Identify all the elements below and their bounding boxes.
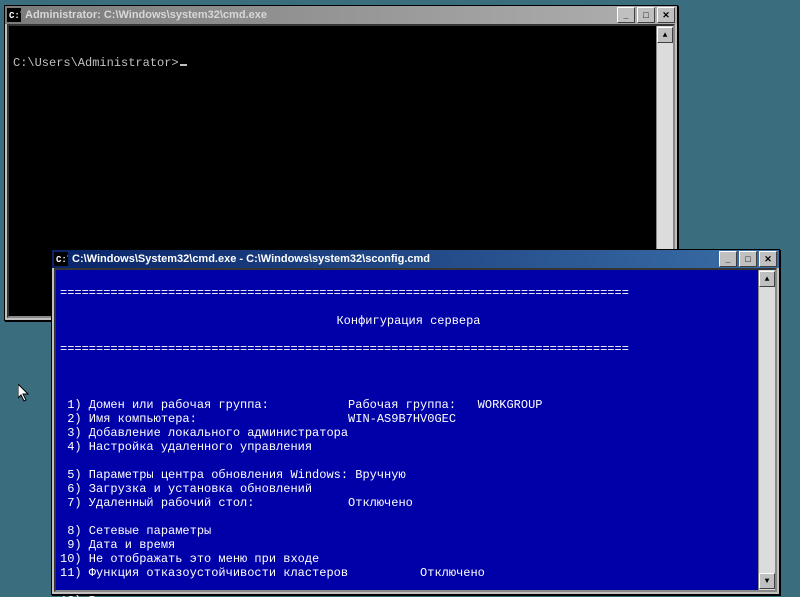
titlebar-admin[interactable]: C:\ Administrator: C:\Windows\system32\c… bbox=[5, 6, 677, 24]
sconfig-menu-item[interactable]: 10) Не отображать это меню при входе bbox=[60, 552, 757, 566]
sconfig-header: Конфигурация сервера bbox=[336, 314, 480, 328]
maximize-button[interactable]: □ bbox=[739, 251, 757, 267]
header-rule: ========================================… bbox=[60, 286, 757, 300]
minimize-button[interactable]: _ bbox=[617, 7, 635, 23]
svg-text:C:\: C:\ bbox=[56, 255, 68, 265]
sconfig-menu-item[interactable]: 2) Имя компьютера: WIN-AS9B7HV0GEC bbox=[60, 412, 757, 426]
minimize-button[interactable]: _ bbox=[719, 251, 737, 267]
header-rule: ========================================… bbox=[60, 342, 757, 356]
caret-icon bbox=[180, 64, 187, 66]
cmd-icon: C:\ bbox=[7, 8, 21, 22]
cmd-prompt-admin[interactable]: C:\Users\Administrator> bbox=[13, 56, 179, 70]
sconfig-menu-item bbox=[60, 454, 757, 468]
titlebar-sconfig[interactable]: C:\ C:\Windows\System32\cmd.exe - C:\Win… bbox=[52, 250, 779, 268]
scroll-up-button[interactable]: ▲ bbox=[759, 271, 775, 287]
sconfig-menu-item[interactable]: 5) Параметры центра обновления Windows: … bbox=[60, 468, 757, 482]
sconfig-menu-item[interactable]: 7) Удаленный рабочий стол: Отключено bbox=[60, 496, 757, 510]
maximize-button[interactable]: □ bbox=[637, 7, 655, 23]
scroll-down-button[interactable]: ▼ bbox=[759, 573, 775, 589]
sconfig-menu-item[interactable]: 4) Настройка удаленного управления bbox=[60, 440, 757, 454]
sconfig-menu-item[interactable]: 8) Сетевые параметры bbox=[60, 524, 757, 538]
close-button[interactable]: ✕ bbox=[657, 7, 675, 23]
sconfig-menu-item bbox=[60, 580, 757, 594]
cmd-client-sconfig[interactable]: ========================================… bbox=[54, 268, 777, 592]
cmd-icon: C:\ bbox=[54, 252, 68, 266]
sconfig-menu-item[interactable]: 9) Дата и время bbox=[60, 538, 757, 552]
titlebar-sconfig-text: C:\Windows\System32\cmd.exe - C:\Windows… bbox=[72, 253, 717, 265]
sconfig-menu-item[interactable]: 3) Добавление локального администратора bbox=[60, 426, 757, 440]
sconfig-menu-item[interactable]: 1) Домен или рабочая группа: Рабочая гру… bbox=[60, 398, 757, 412]
scroll-up-button[interactable]: ▲ bbox=[657, 27, 673, 43]
sconfig-menu-item bbox=[60, 510, 757, 524]
cmd-window-sconfig[interactable]: C:\ C:\Windows\System32\cmd.exe - C:\Win… bbox=[51, 249, 780, 595]
titlebar-admin-text: Administrator: C:\Windows\system32\cmd.e… bbox=[25, 9, 615, 21]
cmd-output-admin: C:\Users\Administrator> bbox=[9, 26, 673, 100]
sconfig-menu-item[interactable]: 6) Загрузка и установка обновлений bbox=[60, 482, 757, 496]
scrollbar-sconfig[interactable]: ▲ ▼ bbox=[758, 270, 775, 590]
svg-text:C:\: C:\ bbox=[9, 11, 21, 21]
close-button[interactable]: ✕ bbox=[759, 251, 777, 267]
sconfig-output: ========================================… bbox=[56, 270, 775, 597]
sconfig-menu-item[interactable]: 11) Функция отказоустойчивости кластеров… bbox=[60, 566, 757, 580]
